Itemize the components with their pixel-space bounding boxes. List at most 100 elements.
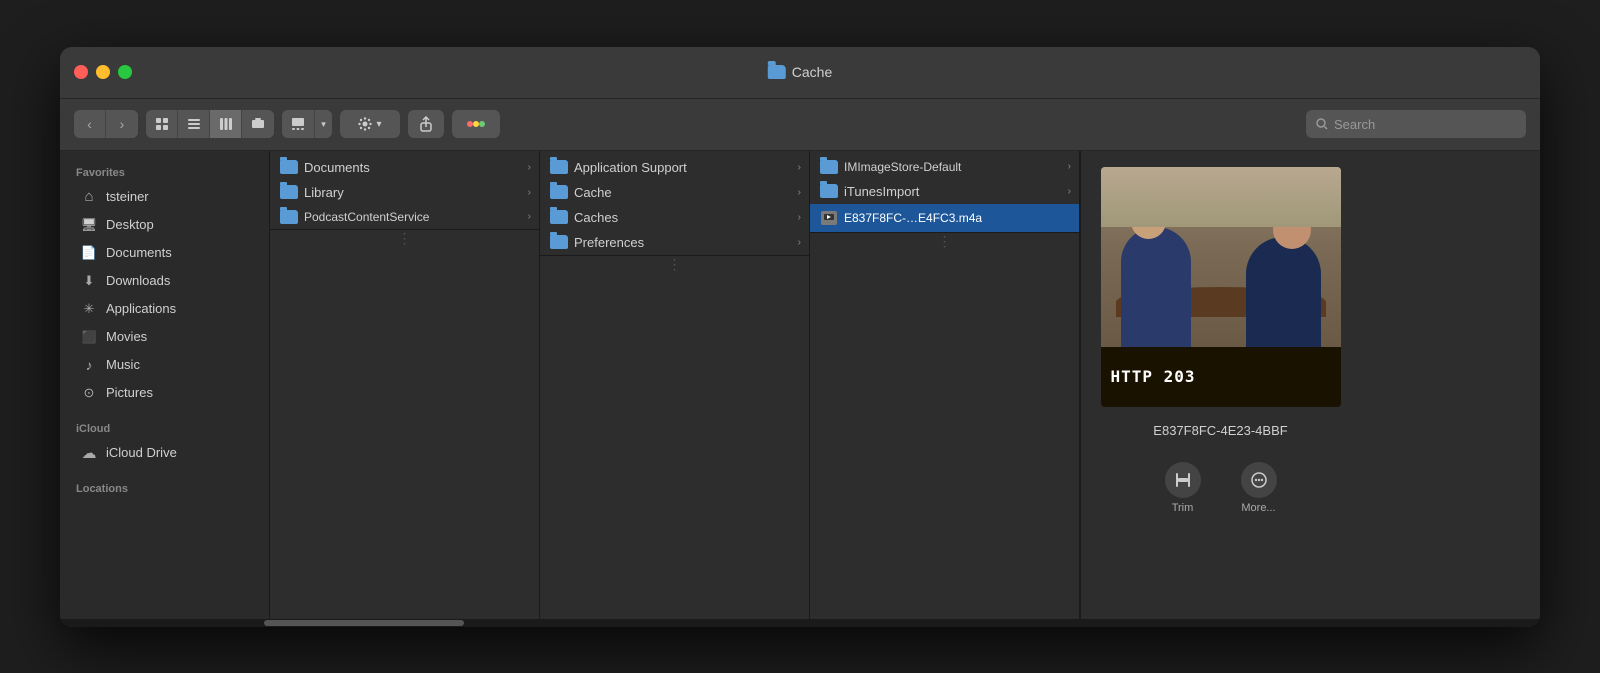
tag-button[interactable] xyxy=(452,110,500,138)
folder-icon xyxy=(820,160,838,174)
sidebar-item-icloud-drive[interactable]: iCloud Drive xyxy=(64,439,265,467)
file-item-documents[interactable]: Documents › xyxy=(270,155,539,180)
main-content: Favorites tsteiner Desktop Documents Dow… xyxy=(60,151,1540,619)
file-item-library[interactable]: Library › xyxy=(270,180,539,205)
file-item-preferences[interactable]: Preferences › xyxy=(540,230,809,255)
chevron-right-icon: › xyxy=(1068,186,1071,197)
preview-image: HTTP 203 xyxy=(1101,167,1341,407)
sidebar-item-pictures[interactable]: Pictures xyxy=(64,379,265,407)
file-item-itunesimport[interactable]: iTunesImport › xyxy=(810,179,1079,204)
view-buttons xyxy=(146,110,274,138)
video-scene xyxy=(1101,167,1341,347)
file-item-label: PodcastContentService xyxy=(304,210,429,224)
trim-label: Trim xyxy=(1172,502,1194,514)
sidebar-item-label: Music xyxy=(106,357,140,372)
video-label-bar: HTTP 203 xyxy=(1101,347,1341,407)
file-item-label: Caches xyxy=(574,210,618,225)
locations-section-title: Locations xyxy=(60,475,269,499)
preview-panel: HTTP 203 E837F8FC-4E23-4BBF xyxy=(1080,151,1360,619)
close-button[interactable] xyxy=(74,65,88,79)
finder-window: Cache ‹ › xyxy=(60,47,1540,627)
file-item-label: iTunesImport xyxy=(844,184,919,199)
icloud-icon xyxy=(80,444,98,462)
maximize-button[interactable] xyxy=(118,65,132,79)
trim-icon xyxy=(1165,462,1201,498)
file-item-imimagestore[interactable]: IMImageStore-Default › xyxy=(810,155,1079,179)
folder-icon xyxy=(550,210,568,224)
more-action[interactable]: More... xyxy=(1241,462,1277,514)
trim-action[interactable]: Trim xyxy=(1165,462,1201,514)
downloads-icon xyxy=(80,272,98,290)
documents-icon xyxy=(80,244,98,262)
chevron-right-icon: › xyxy=(798,162,801,173)
pictures-icon xyxy=(80,384,98,402)
sidebar-item-label: Movies xyxy=(106,329,147,344)
folder-icon xyxy=(820,184,838,198)
toolbar: ‹ › xyxy=(60,99,1540,151)
title-folder-icon xyxy=(768,65,786,79)
file-item-label: Application Support xyxy=(574,160,687,175)
browser-column-3: IMImageStore-Default › iTunesImport › xyxy=(810,151,1080,619)
view-icon-button[interactable] xyxy=(146,110,178,138)
sidebar-item-tsteiner[interactable]: tsteiner xyxy=(64,183,265,211)
home-icon xyxy=(80,188,98,206)
sidebar-item-desktop[interactable]: Desktop xyxy=(64,211,265,239)
sidebar-item-applications[interactable]: Applications xyxy=(64,295,265,323)
file-item-cache[interactable]: Cache › xyxy=(540,180,809,205)
music-icon xyxy=(80,356,98,374)
share-button[interactable] xyxy=(408,110,444,138)
sidebar-item-label: Applications xyxy=(106,301,176,316)
search-bar[interactable]: Search xyxy=(1306,110,1526,138)
sidebar-item-documents[interactable]: Documents xyxy=(64,239,265,267)
applications-icon xyxy=(80,300,98,318)
view-list-button[interactable] xyxy=(178,110,210,138)
search-placeholder: Search xyxy=(1334,117,1375,132)
more-label: More... xyxy=(1241,502,1275,514)
sidebar-item-music[interactable]: Music xyxy=(64,351,265,379)
window-title: Cache xyxy=(768,64,832,80)
sidebar-item-label: Desktop xyxy=(106,217,154,232)
browser-column-2: Application Support › Cache › Caches › P… xyxy=(540,151,810,619)
scrollbar-thumb[interactable] xyxy=(264,620,464,626)
back-button[interactable]: ‹ xyxy=(74,110,106,138)
sidebar-item-label: Pictures xyxy=(106,385,153,400)
minimize-button[interactable] xyxy=(96,65,110,79)
gallery-dropdown-arrow[interactable]: ▾ xyxy=(314,110,332,138)
chevron-right-icon: › xyxy=(1068,161,1071,172)
folder-icon xyxy=(280,210,298,224)
folder-icon xyxy=(280,160,298,174)
sidebar-item-label: tsteiner xyxy=(106,189,149,204)
favorites-section-title: Favorites xyxy=(60,159,269,183)
file-item-e837[interactable]: E837F8FC-…E4FC3.m4a xyxy=(810,204,1079,232)
sidebar-item-label: Documents xyxy=(106,245,172,260)
sidebar-item-downloads[interactable]: Downloads xyxy=(64,267,265,295)
file-item-podcastcontentservice[interactable]: PodcastContentService › xyxy=(270,205,539,229)
gallery-view-button[interactable] xyxy=(282,110,314,138)
file-browser: Documents › Library › PodcastContentServ… xyxy=(270,151,1540,619)
folder-icon xyxy=(550,160,568,174)
nav-buttons: ‹ › xyxy=(74,110,138,138)
browser-column-1: Documents › Library › PodcastContentServ… xyxy=(270,151,540,619)
file-item-caches[interactable]: Caches › xyxy=(540,205,809,230)
folder-icon xyxy=(280,185,298,199)
more-icon xyxy=(1241,462,1277,498)
icloud-section-title: iCloud xyxy=(60,415,269,439)
preview-actions: Trim More... xyxy=(1165,462,1277,514)
horizontal-scrollbar[interactable] xyxy=(60,619,1540,627)
column-resize-handle-2[interactable]: ⋮ xyxy=(540,255,809,273)
desktop-icon xyxy=(80,216,98,234)
view-column-button[interactable] xyxy=(210,110,242,138)
video-thumbnail: HTTP 203 xyxy=(1101,167,1341,407)
forward-button[interactable]: › xyxy=(106,110,138,138)
column-resize-handle-1[interactable]: ⋮ xyxy=(270,229,539,247)
file-item-label: E837F8FC-…E4FC3.m4a xyxy=(844,211,982,225)
sidebar-item-movies[interactable]: Movies xyxy=(64,323,265,351)
action-button[interactable]: ▾ xyxy=(340,110,400,138)
file-item-label: Documents xyxy=(304,160,370,175)
chevron-right-icon: › xyxy=(528,187,531,198)
titlebar: Cache xyxy=(60,47,1540,99)
chevron-right-icon: › xyxy=(798,212,801,223)
file-item-application-support[interactable]: Application Support › xyxy=(540,155,809,180)
column-resize-handle-3[interactable]: ⋮ xyxy=(810,232,1079,250)
view-cover-button[interactable] xyxy=(242,110,274,138)
